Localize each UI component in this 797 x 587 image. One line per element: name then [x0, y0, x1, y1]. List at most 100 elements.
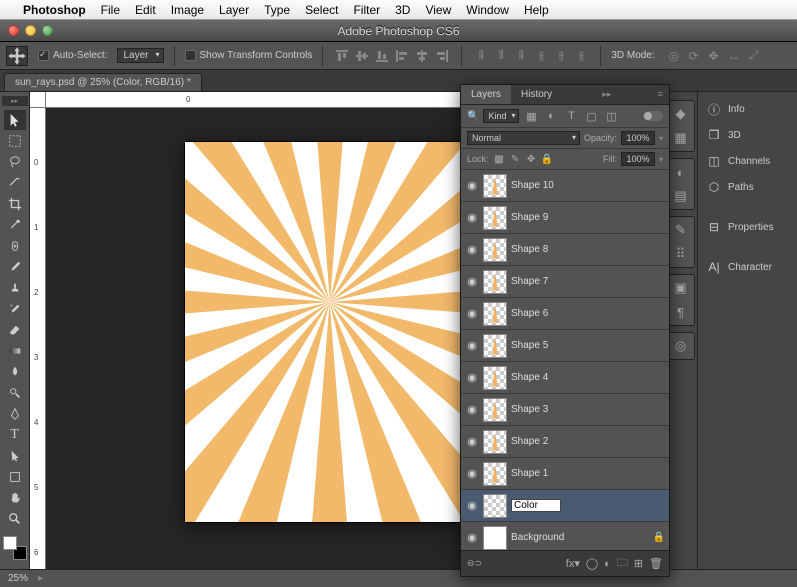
marquee-tool[interactable] [4, 131, 26, 151]
layers-tab[interactable]: Layers [461, 85, 511, 104]
swatches-panel-icon[interactable]: ▦ [671, 129, 691, 147]
visibility-toggle[interactable]: ◉ [465, 211, 479, 224]
layer-row[interactable]: ◉Shape 1 [461, 458, 669, 490]
styles-panel-icon[interactable]: ▤ [671, 187, 691, 205]
visibility-toggle[interactable]: ◉ [465, 435, 479, 448]
menu-type[interactable]: Type [264, 3, 290, 17]
layer-row[interactable]: ◉Background🔒 [461, 522, 669, 550]
show-transform-checkbox[interactable]: Show Transform Controls [185, 50, 313, 61]
clone-stamp-tool[interactable] [4, 278, 26, 298]
layers-panel-icon[interactable]: ▣ [671, 279, 691, 297]
layer-mask-icon[interactable]: ◯ [586, 557, 598, 570]
layer-adjust-icon[interactable]: ◐ [604, 558, 611, 570]
visibility-toggle[interactable]: ◉ [465, 339, 479, 352]
paragraph-panel-icon[interactable]: ¶ [671, 303, 691, 321]
menu-image[interactable]: Image [171, 3, 204, 17]
pen-tool[interactable] [4, 404, 26, 424]
path-select-tool[interactable] [4, 446, 26, 466]
document-canvas[interactable] [185, 142, 475, 522]
3d-roll-icon[interactable]: ⟳ [685, 47, 703, 65]
layer-new-icon[interactable]: ⊞ [634, 557, 643, 570]
layer-thumbnail[interactable] [483, 494, 507, 518]
menu-filter[interactable]: Filter [353, 3, 380, 17]
brush-presets-icon[interactable]: ⠿ [671, 245, 691, 263]
lock-transparency-icon[interactable]: ▩ [493, 153, 506, 166]
visibility-toggle[interactable]: ◉ [465, 243, 479, 256]
foreground-swatch[interactable] [3, 536, 17, 550]
adjustments-panel-icon[interactable]: ◐ [671, 163, 691, 181]
layer-row[interactable]: ◉Shape 6 [461, 298, 669, 330]
layer-thumbnail[interactable] [483, 302, 507, 326]
align-bottom-icon[interactable] [373, 47, 391, 65]
color-panel-icon[interactable]: ◆ [671, 105, 691, 123]
align-right-icon[interactable] [433, 47, 451, 65]
distribute-vcenter-icon[interactable]: ⫴ [492, 47, 510, 65]
filter-adjust-icon[interactable]: ◐ [543, 108, 559, 124]
filter-toggle[interactable] [643, 111, 663, 121]
blend-mode-dropdown[interactable]: Normal [467, 131, 580, 145]
layer-thumbnail[interactable] [483, 206, 507, 230]
ruler-vertical[interactable]: 0 1 2 3 4 5 6 [30, 108, 46, 569]
lock-pixels-icon[interactable]: ✎ [509, 153, 522, 166]
panel-collapse-icon[interactable]: ▸▸ [596, 85, 617, 104]
layer-thumbnail[interactable] [483, 270, 507, 294]
3d-zoom-icon[interactable]: ⤢ [745, 47, 763, 65]
brush-tool[interactable] [4, 257, 26, 277]
layer-thumbnail[interactable] [483, 334, 507, 358]
3d-pan-icon[interactable]: ✥ [705, 47, 723, 65]
layer-row[interactable]: ◉Shape 9 [461, 202, 669, 234]
magic-wand-tool[interactable] [4, 173, 26, 193]
visibility-toggle[interactable]: ◉ [465, 531, 479, 544]
panel-paths[interactable]: ⬡Paths [702, 176, 793, 198]
layer-row[interactable]: ◉Shape 10 [461, 170, 669, 202]
lasso-tool[interactable] [4, 152, 26, 172]
menu-edit[interactable]: Edit [135, 3, 156, 17]
3d-orbit-icon[interactable]: ◎ [665, 47, 683, 65]
layer-thumbnail[interactable] [483, 430, 507, 454]
auto-select-mode-dropdown[interactable]: Layer [117, 48, 163, 63]
filter-smart-icon[interactable]: ◫ [603, 108, 619, 124]
visibility-toggle[interactable]: ◉ [465, 371, 479, 384]
layer-thumbnail[interactable] [483, 174, 507, 198]
shape-tool[interactable] [4, 467, 26, 487]
visibility-toggle[interactable]: ◉ [465, 403, 479, 416]
distribute-hcenter-icon[interactable]: ⫵ [552, 47, 570, 65]
hand-tool[interactable] [4, 488, 26, 508]
lock-position-icon[interactable]: ✥ [525, 153, 538, 166]
layer-thumbnail[interactable] [483, 238, 507, 262]
layer-row[interactable]: ◉Shape 2 [461, 426, 669, 458]
move-tool[interactable] [4, 110, 26, 130]
menu-view[interactable]: View [425, 3, 451, 17]
menu-select[interactable]: Select [305, 3, 338, 17]
zoom-readout[interactable]: 25% [8, 573, 28, 584]
align-left-icon[interactable] [393, 47, 411, 65]
app-menu[interactable]: Photoshop [23, 3, 86, 17]
menu-window[interactable]: Window [466, 3, 509, 17]
panel-channels[interactable]: ◫Channels [702, 150, 793, 172]
visibility-toggle[interactable]: ◉ [465, 467, 479, 480]
menu-3d[interactable]: 3D [395, 3, 410, 17]
crop-tool[interactable] [4, 194, 26, 214]
layer-row[interactable]: ◉ [461, 490, 669, 522]
menu-layer[interactable]: Layer [219, 3, 249, 17]
3d-slide-icon[interactable]: ↔ [725, 47, 743, 65]
layer-row[interactable]: ◉Shape 3 [461, 394, 669, 426]
eraser-tool[interactable] [4, 320, 26, 340]
layer-delete-icon[interactable]: 🗑 [649, 557, 663, 570]
layer-row[interactable]: ◉Shape 7 [461, 266, 669, 298]
color-swatches[interactable] [3, 536, 27, 560]
eyedropper-tool[interactable] [4, 215, 26, 235]
zoom-tool[interactable] [4, 509, 26, 529]
layer-group-icon[interactable]: 🗀 [617, 554, 628, 573]
visibility-toggle[interactable]: ◉ [465, 179, 479, 192]
menu-file[interactable]: File [101, 3, 120, 17]
zoom-window-button[interactable] [42, 25, 53, 36]
minimize-window-button[interactable] [25, 25, 36, 36]
layer-thumbnail[interactable] [483, 398, 507, 422]
distribute-bottom-icon[interactable]: ⫴ [512, 47, 530, 65]
dodge-tool[interactable] [4, 383, 26, 403]
spot-heal-tool[interactable] [4, 236, 26, 256]
history-brush-tool[interactable] [4, 299, 26, 319]
distribute-left-icon[interactable]: ⫵ [532, 47, 550, 65]
toolbox-collapse[interactable]: ▸▸ [2, 96, 28, 106]
